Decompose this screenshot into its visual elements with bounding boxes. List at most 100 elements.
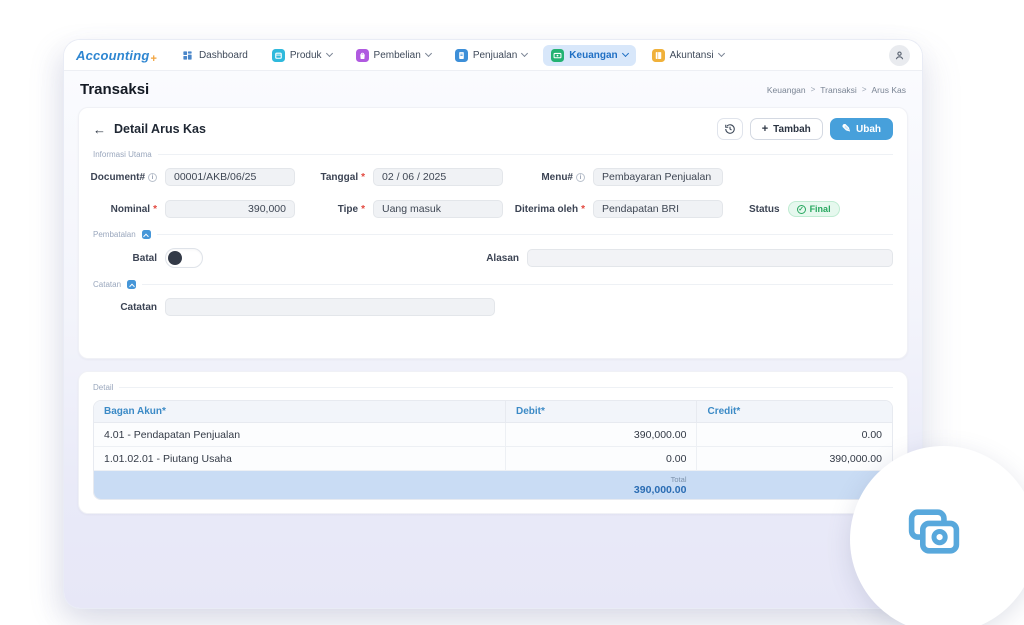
catatan-label: Catatan [93,302,157,313]
logo-plus: + [151,53,157,65]
detail-table: Bagan Akun* Debit* Credit* 4.01 - Pendap… [93,400,893,500]
breadcrumb-arus-kas: Arus Kas [872,85,907,95]
back-arrow-icon[interactable]: ← [93,123,106,136]
cell-debit: 0.00 [505,447,697,471]
total-cell: Total 390,000.00 [505,471,697,499]
tanggal-label: Tanggal * [303,172,365,183]
nav-item-pembelian[interactable]: Pembelian [348,45,439,66]
section-divider [142,284,893,285]
person-icon [894,50,905,61]
page-content: Transaksi Keuangan > Transaksi > Arus Ka… [64,71,922,608]
breadcrumb-keuangan[interactable]: Keuangan [767,85,806,95]
nav-label: Penjualan [473,50,517,61]
nav-item-produk[interactable]: Produk [264,45,340,66]
total-value: 390,000.00 [515,484,687,496]
logo-text: Accounting [76,48,150,63]
nav-item-penjualan[interactable]: Penjualan [447,45,535,66]
section-detail: Detail [93,383,893,392]
section-pembatalan: Pembatalan [93,230,893,239]
nav-label: Keuangan [569,50,617,61]
dashboard-icon [181,49,194,62]
detail-card: ← Detail Arus Kas + Tambah ✎ Ubah [78,107,908,359]
app-logo[interactable]: Accounting + [76,48,157,63]
table-row: 4.01 - Pendapatan Penjualan 390,000.00 0… [94,423,892,447]
breadcrumb-transaksi[interactable]: Transaksi [820,85,857,95]
user-avatar[interactable] [889,45,910,66]
informasi-form: Document# i Tanggal * Menu# i Nominal [93,168,893,218]
section-divider [119,387,893,388]
toggle-knob [168,251,182,265]
ubah-button[interactable]: ✎ Ubah [830,118,893,140]
pembelian-icon [356,49,369,62]
table-header-row: Bagan Akun* Debit* Credit* [94,401,892,423]
diterima-oleh-input[interactable] [593,200,723,218]
section-informasi-utama: Informasi Utama [93,150,893,159]
plus-icon: + [762,124,768,135]
nav-item-akuntansi[interactable]: Akuntansi [644,45,732,66]
catatan-row: Catatan [93,298,893,316]
tambah-label: Tambah [773,124,811,135]
tanggal-input[interactable] [373,168,503,186]
total-label: Total [515,475,687,484]
collapse-icon[interactable] [127,280,136,289]
cell-credit: 390,000.00 [696,447,892,471]
history-button[interactable] [717,118,743,140]
menu-label: Menu# i [511,172,585,183]
collapse-icon[interactable] [142,230,151,239]
batal-toggle[interactable] [165,248,203,268]
pencil-icon: ✎ [842,124,851,135]
chevron-down-icon [718,50,725,57]
chevron-down-icon [326,50,333,57]
alasan-input[interactable] [527,249,893,267]
table-row: 1.01.02.01 - Piutang Usaha 0.00 390,000.… [94,447,892,471]
ubah-label: Ubah [856,124,881,135]
status-field: Status ✓ Final [731,201,893,217]
cell-akun: 4.01 - Pendapatan Penjualan [94,423,505,447]
header-debit: Debit* [505,401,697,423]
cell-credit: 0.00 [696,423,892,447]
nav-item-dashboard[interactable]: Dashboard [173,45,256,66]
detail-actions: + Tambah ✎ Ubah [717,118,893,140]
cell-debit: 390,000.00 [505,423,697,447]
table-total-row: Total 390,000.00 [94,471,892,499]
keuangan-icon [551,49,564,62]
nav-label: Dashboard [199,50,248,61]
screenshot-overlay-button[interactable] [850,446,1024,625]
nav-label: Produk [290,50,322,61]
catatan-input[interactable] [165,298,495,316]
header-bagan-akun: Bagan Akun* [94,401,505,423]
produk-icon [272,49,285,62]
detail-title: Detail Arus Kas [114,122,206,136]
status-label: Status [749,204,780,215]
section-divider [157,234,893,235]
batal-label: Batal [93,253,157,264]
pembatalan-row: Batal Alasan [93,248,893,268]
section-label: Catatan [93,280,121,289]
breadcrumb-separator: > [811,85,816,94]
akuntansi-icon [652,49,665,62]
section-catatan: Catatan [93,280,893,289]
breadcrumb-separator: > [862,85,867,94]
document-input[interactable] [165,168,295,186]
info-icon: i [576,173,585,182]
tipe-label: Tipe * [303,204,365,215]
nominal-input[interactable] [165,200,295,218]
chevron-down-icon [521,50,528,57]
section-label: Informasi Utama [93,150,152,159]
info-icon: i [148,173,157,182]
tipe-input[interactable] [373,200,503,218]
section-label: Detail [93,383,113,392]
penjualan-icon [455,49,468,62]
tambah-button[interactable]: + Tambah [750,118,823,140]
alasan-label: Alasan [455,253,519,264]
page-title: Transaksi [80,81,149,98]
nominal-label: Nominal * [93,204,157,215]
nav-label: Akuntansi [670,50,714,61]
status-badge: ✓ Final [788,201,840,217]
camera-icon [901,506,967,562]
section-label: Pembatalan [93,230,136,239]
menu-input[interactable] [593,168,723,186]
detail-table-card: Detail Bagan Akun* Debit* Credit* 4.01 -… [78,371,908,514]
chevron-down-icon [425,50,432,57]
nav-item-keuangan[interactable]: Keuangan [543,45,635,66]
